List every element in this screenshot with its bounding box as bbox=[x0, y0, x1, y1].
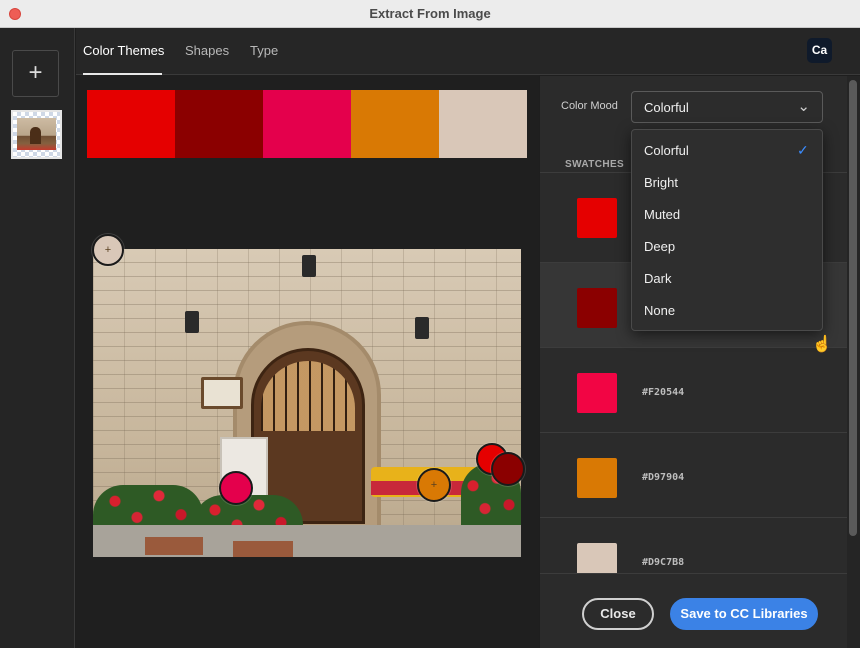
capture-app-icon: Ca bbox=[807, 38, 832, 63]
color-theme-palette bbox=[87, 90, 527, 158]
palette-swatch[interactable] bbox=[175, 90, 263, 158]
swatch-hex[interactable]: #F20544 bbox=[642, 387, 684, 398]
swatch-hex[interactable]: #D97904 bbox=[642, 472, 684, 483]
tab-color-themes[interactable]: Color Themes bbox=[83, 43, 164, 58]
mood-option-colorful[interactable]: Colorful bbox=[644, 143, 689, 158]
palette-swatch[interactable] bbox=[87, 90, 175, 158]
mood-option-none[interactable]: None bbox=[644, 303, 675, 318]
image-thumbnail[interactable] bbox=[11, 110, 62, 159]
tab-shapes[interactable]: Shapes bbox=[185, 43, 229, 58]
swatch-chip[interactable] bbox=[577, 288, 617, 328]
flower-pot bbox=[233, 541, 293, 557]
swatch-hex[interactable]: #D9C7B8 bbox=[642, 557, 684, 568]
main-panel: Color Themes Shapes Type Ca + + bbox=[76, 28, 860, 648]
sample-marker[interactable] bbox=[219, 471, 253, 505]
tab-bar: Color Themes Shapes Type Ca bbox=[76, 28, 860, 75]
checkmark-icon: ✓ bbox=[797, 142, 809, 158]
window-titlebar: Extract From Image bbox=[0, 0, 860, 28]
tab-type[interactable]: Type bbox=[250, 43, 278, 58]
swatch-chip[interactable] bbox=[577, 373, 617, 413]
add-image-button[interactable]: + bbox=[12, 50, 59, 97]
scrollbar[interactable] bbox=[847, 76, 860, 648]
wall-lamp bbox=[302, 255, 316, 277]
wall-sign bbox=[201, 377, 243, 409]
hand-cursor-icon: ☝ bbox=[812, 336, 832, 353]
swatch-chip[interactable] bbox=[577, 198, 617, 238]
swatch-chip[interactable] bbox=[577, 458, 617, 498]
swatches-header: SWATCHES bbox=[565, 159, 625, 170]
mood-option-bright[interactable]: Bright bbox=[644, 175, 678, 190]
wall-lamp bbox=[185, 311, 199, 333]
color-mood-menu: Colorful ✓ Bright Muted Deep Dark None bbox=[631, 129, 823, 331]
palette-swatch[interactable] bbox=[263, 90, 351, 158]
palette-swatch[interactable] bbox=[351, 90, 439, 158]
color-mood-label: Color Mood bbox=[561, 100, 618, 112]
swatch-row[interactable]: #D97904 bbox=[540, 432, 847, 517]
chevron-down-icon: ⌄ bbox=[797, 98, 810, 115]
source-image bbox=[93, 249, 521, 557]
sample-marker[interactable]: + bbox=[417, 468, 451, 502]
swatch-row[interactable]: #F20544 bbox=[540, 347, 847, 432]
close-button[interactable]: Close bbox=[582, 598, 654, 630]
palette-swatch[interactable] bbox=[439, 90, 527, 158]
sample-marker[interactable]: + bbox=[92, 234, 124, 266]
color-mood-dropdown[interactable]: Colorful ⌄ bbox=[631, 91, 823, 123]
swatch-chip[interactable] bbox=[577, 543, 617, 573]
window-title: Extract From Image bbox=[369, 6, 491, 21]
active-tab-indicator bbox=[83, 73, 162, 75]
thumbnail-door bbox=[30, 127, 41, 144]
mood-option-dark[interactable]: Dark bbox=[644, 271, 671, 286]
mood-option-deep[interactable]: Deep bbox=[644, 239, 675, 254]
flower-pot bbox=[145, 537, 203, 555]
scrollbar-thumb[interactable] bbox=[849, 80, 857, 536]
plus-icon: + bbox=[104, 243, 112, 256]
swatch-row[interactable]: #D9C7B8 bbox=[540, 517, 847, 573]
plus-icon: + bbox=[430, 478, 438, 491]
color-mood-value: Colorful bbox=[644, 100, 689, 115]
mood-option-muted[interactable]: Muted bbox=[644, 207, 680, 222]
left-rail: + bbox=[0, 28, 75, 648]
sample-marker[interactable] bbox=[491, 452, 525, 486]
save-to-cc-libraries-button[interactable]: Save to CC Libraries bbox=[670, 598, 818, 630]
wall-lamp bbox=[415, 317, 429, 339]
